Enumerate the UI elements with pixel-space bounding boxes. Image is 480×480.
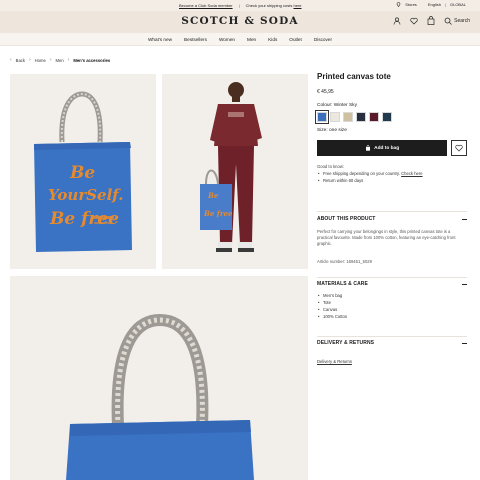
wishlist-button[interactable] xyxy=(451,140,467,156)
materials-header[interactable]: MATERIALS & CARE xyxy=(317,281,467,287)
region-selector[interactable]: GLOBAL xyxy=(450,2,466,7)
nav-item-women[interactable]: Women xyxy=(219,37,235,42)
breadcrumb: ‹ Back › Home › Men › Men's accessories xyxy=(10,57,110,63)
swatch-3[interactable] xyxy=(343,112,353,122)
location-pin-icon xyxy=(396,2,401,7)
benefit-free-shipping: Free shipping depending on your country.… xyxy=(317,171,467,177)
main-nav: What's new Bestsellers Women Men Kids Ou… xyxy=(0,33,480,46)
bag-icon[interactable] xyxy=(427,16,435,25)
chevron-right-icon: › xyxy=(28,57,31,63)
search-icon xyxy=(444,17,452,25)
breadcrumb-men[interactable]: Men xyxy=(56,58,64,63)
account-icon[interactable] xyxy=(393,17,401,25)
materials-list: Men's bag Tote Canvas 100% Cotton xyxy=(317,293,467,320)
check-here-link[interactable]: Check here xyxy=(401,171,422,176)
promo-bar: Become a Club Soda member | Check your s… xyxy=(0,0,480,11)
product-details: Printed canvas tote € 45,95 Colour: Wint… xyxy=(315,72,467,185)
heart-icon xyxy=(455,144,463,152)
chevron-right-icon: › xyxy=(67,57,70,63)
product-image-2[interactable]: Be Be free xyxy=(162,74,308,269)
delivery-section: DELIVERY & RETURNS Delivery & Returns xyxy=(317,336,467,364)
about-text: Perfect for carrying your belongings in … xyxy=(317,229,456,246)
tote-print-line2: YourSelf. xyxy=(48,186,123,204)
nav-item-discover[interactable]: Discover xyxy=(314,37,332,42)
good-to-know-label: Good to know: xyxy=(317,164,345,169)
colour-label: Colour: Winter Sky xyxy=(317,103,357,108)
about-section: ABOUT THIS PRODUCT Perfect for carrying … xyxy=(317,211,467,264)
collapse-icon xyxy=(462,218,467,220)
material-item: Men's bag xyxy=(317,293,467,299)
breadcrumb-home[interactable]: Home xyxy=(35,58,46,63)
add-to-bag-button[interactable]: Add to bag xyxy=(317,140,448,156)
club-soda-link[interactable]: Become a Club Soda member xyxy=(179,3,233,8)
nav-item-whats-new[interactable]: What's new xyxy=(148,37,172,42)
materials-section: MATERIALS & CARE Men's bag Tote Canvas 1… xyxy=(317,277,467,321)
size-label: Size: one size xyxy=(317,128,347,133)
utility-links: Stores English | GLOBAL xyxy=(396,2,466,7)
tote-bag-image: Be YourSelf. Be free xyxy=(34,91,132,252)
model-tote-print-line3: Be free xyxy=(203,209,233,218)
breadcrumb-back[interactable]: Back xyxy=(16,58,25,63)
about-heading: ABOUT THIS PRODUCT xyxy=(317,216,376,222)
product-image-3[interactable] xyxy=(10,276,308,480)
swatch-winter-sky[interactable] xyxy=(315,110,329,124)
nav-item-bestsellers[interactable]: Bestsellers xyxy=(184,37,207,42)
collapse-icon xyxy=(462,342,467,344)
model-image: Be Be free xyxy=(200,82,262,252)
tote-closeup-image xyxy=(66,313,254,480)
site-header: SCOTCH & SODA Search xyxy=(0,11,480,33)
chevron-right-icon: › xyxy=(49,57,52,63)
swatch-6[interactable] xyxy=(382,112,392,122)
materials-heading: MATERIALS & CARE xyxy=(317,281,368,287)
material-item: 100% Cotton xyxy=(317,314,467,320)
delivery-returns-link[interactable]: Delivery & Returns xyxy=(317,359,467,364)
swatch-5[interactable] xyxy=(369,112,379,122)
benefit-returns: Return within 60 days xyxy=(317,178,467,184)
benefits-list: Free shipping depending on your country.… xyxy=(317,171,467,184)
product-title: Printed canvas tote xyxy=(317,72,391,81)
promo-messages: Become a Club Soda member | Check your s… xyxy=(179,3,301,8)
material-item: Tote xyxy=(317,300,467,306)
nav-item-men[interactable]: Men xyxy=(247,37,256,42)
language-selector[interactable]: English xyxy=(428,2,441,7)
about-header[interactable]: ABOUT THIS PRODUCT xyxy=(317,216,467,222)
purchase-actions: Add to bag xyxy=(317,140,467,156)
swatch-2[interactable] xyxy=(330,112,340,122)
chevron-left-icon: ‹ xyxy=(10,57,12,63)
language-separator: | xyxy=(444,2,446,7)
search-button[interactable]: Search xyxy=(444,17,470,25)
wishlist-icon[interactable] xyxy=(410,17,418,25)
shipping-costs-text: Check your shipping costs here xyxy=(245,3,302,8)
promo-separator: | xyxy=(238,3,240,8)
swatch-4[interactable] xyxy=(356,112,366,122)
header-actions: Search xyxy=(393,16,470,25)
nav-item-kids[interactable]: Kids xyxy=(268,37,277,42)
add-to-bag-label: Add to bag xyxy=(374,145,400,151)
material-item: Canvas xyxy=(317,307,467,313)
article-number: Article number: 169451_5029 xyxy=(317,259,372,264)
product-price: € 45,95 xyxy=(317,89,334,95)
delivery-header[interactable]: DELIVERY & RETURNS xyxy=(317,340,467,346)
search-label: Search xyxy=(454,17,470,24)
tote-print-line1: Be xyxy=(69,163,95,183)
colour-swatches xyxy=(315,110,467,124)
shipping-here-link[interactable]: here xyxy=(293,3,301,8)
breadcrumb-current: Men's accessories xyxy=(73,57,111,63)
nav-item-outlet[interactable]: Outlet xyxy=(289,37,302,42)
stores-link[interactable]: Stores xyxy=(405,2,417,7)
delivery-heading: DELIVERY & RETURNS xyxy=(317,340,375,346)
collapse-icon xyxy=(462,283,467,285)
product-image-1[interactable]: Be YourSelf. Be free xyxy=(10,74,156,269)
bag-icon xyxy=(366,145,371,151)
model-tote-print-line1: Be xyxy=(207,191,219,200)
